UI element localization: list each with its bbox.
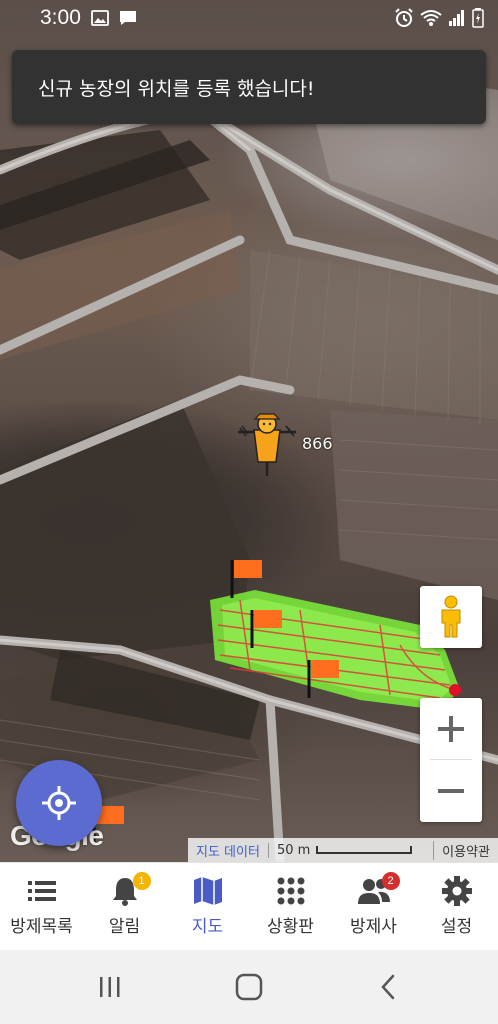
marker-label: 866 [302,434,333,453]
zoom-in-button[interactable] [420,698,482,760]
flag-marker-icon[interactable] [228,558,264,600]
nav-item-spray-list[interactable]: 방제목록 [0,863,83,950]
minus-icon [438,789,464,793]
pegman-icon [441,595,461,638]
system-navigation-bar [0,950,498,1024]
alert-badge: 1 [132,872,151,890]
status-bar: 3:00 [0,0,498,36]
nav-item-settings[interactable]: 설정 [415,863,498,950]
people-icon-wrap: 2 [357,872,400,906]
nav-label: 설정 [440,917,473,937]
gear-icon [441,876,472,906]
nav-item-dashboard[interactable]: 상황판 [249,863,332,950]
nav-label: 방제목록 [10,917,73,937]
home-icon [235,973,263,1001]
nav-item-map[interactable]: 지도 [166,863,249,950]
toast-message: 신규 농장의 위치를 등록 했습니다! [12,50,486,124]
nav-item-alerts[interactable]: 1 알림 [83,863,166,950]
grid-icon [277,877,304,905]
signal-icon [449,10,464,26]
flag-marker-icon[interactable] [305,658,341,700]
home-button[interactable] [229,967,269,1007]
plus-icon [438,716,464,742]
list-icon [27,881,56,901]
message-icon [119,11,136,25]
nav-label: 방제사 [350,917,397,937]
map-attribution: 지도 데이터 50 m 이용약관 [188,838,498,862]
zoom-control [420,698,482,822]
status-time: 3:00 [40,6,81,29]
sprayer-badge: 2 [381,872,400,890]
scale-label: 50 m [276,842,311,858]
crosshair-icon [42,786,76,820]
terms-link[interactable]: 이용약관 [433,840,498,860]
nav-label: 지도 [191,917,224,937]
map-data-link[interactable]: 지도 데이터 [188,841,268,860]
street-view-button[interactable] [420,586,482,648]
battery-icon [472,8,484,28]
back-icon [381,974,395,1000]
scarecrow-marker-icon[interactable] [236,410,298,478]
recent-apps-button[interactable] [90,967,130,1007]
nav-label: 상황판 [267,917,314,937]
map-view[interactable]: 866 Google [0,0,498,862]
recent-apps-icon [99,977,120,997]
my-location-button[interactable] [16,760,102,846]
scale-bar: 50 m [267,842,413,858]
bottom-navigation: 방제목록 1 알림 지도 상황판 2 방제사 설정 [0,862,498,950]
nav-item-sprayers[interactable]: 2 방제사 [332,863,415,950]
zoom-divider [430,759,472,760]
zoom-out-button[interactable] [420,760,482,822]
status-icons [394,8,484,28]
bell-icon-wrap: 1 [109,872,151,906]
alarm-icon [395,8,413,27]
scale-ruler [316,846,413,854]
map-icon [193,877,222,905]
flag-marker-icon[interactable] [248,608,284,650]
wifi-icon [420,10,442,26]
nav-label: 알림 [108,917,141,937]
back-button[interactable] [368,967,408,1007]
gallery-icon [90,10,109,26]
